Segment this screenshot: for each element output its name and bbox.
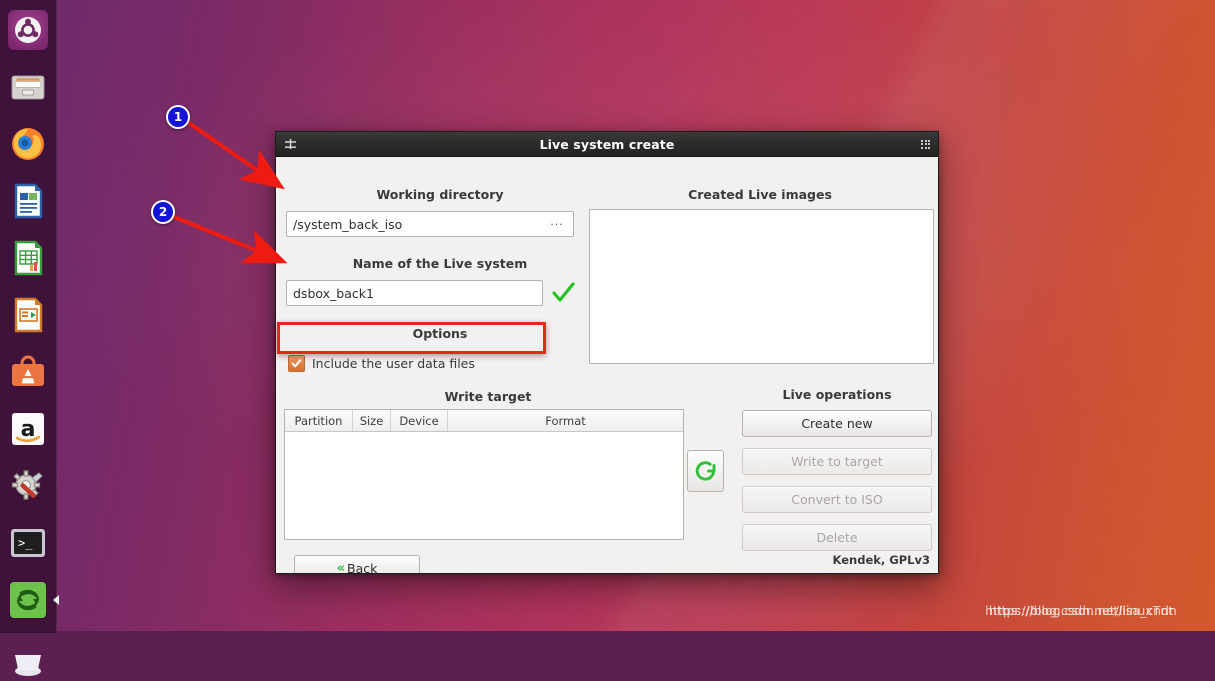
dock-item-terminal[interactable]: >_ — [4, 519, 52, 567]
window-title: Live system create — [539, 136, 675, 152]
delete-button: Delete — [742, 524, 932, 551]
dock-item-libreoffice-writer[interactable] — [4, 177, 52, 225]
column-header-format: Format — [545, 413, 586, 428]
live-system-name-input[interactable]: dsbox_back1 — [286, 280, 543, 306]
grip-dots-icon — [921, 139, 930, 149]
options-highlight-box — [277, 322, 546, 354]
check-icon — [552, 282, 575, 302]
working-directory-input[interactable]: /system_back_iso ... — [286, 211, 574, 237]
write-target-table-header: Partition Size Device Format — [285, 410, 683, 432]
checkmark-icon — [291, 359, 302, 368]
include-user-data-checkbox-row[interactable]: Include the user data files — [288, 355, 475, 372]
window-client-area: Working directory /system_back_iso ... N… — [276, 157, 938, 573]
ubuntu-software-icon — [12, 355, 44, 386]
live-operations-label: Live operations — [782, 387, 892, 402]
create-new-button-label: Create new — [801, 416, 873, 431]
column-header-device: Device — [391, 410, 448, 431]
ubuntu-dock: a >_ — [0, 0, 57, 676]
settings-gear-icon — [11, 470, 43, 500]
svg-text:a: a — [21, 417, 36, 442]
files-icon — [11, 75, 45, 100]
firefox-icon — [12, 128, 44, 160]
live-system-create-icon — [10, 582, 46, 618]
window-titlebar[interactable]: Live system create — [276, 132, 938, 157]
write-target-table[interactable]: Partition Size Device Format — [284, 409, 684, 540]
browse-ellipsis-icon[interactable]: ... — [547, 213, 567, 236]
convert-to-iso-button-label: Convert to ISO — [791, 492, 883, 507]
write-to-target-button-label: Write to target — [791, 454, 883, 469]
titlebar-grip[interactable] — [908, 139, 930, 149]
titlebar-menu-button[interactable] — [284, 138, 306, 151]
working-directory-label: Working directory — [376, 187, 504, 202]
credit-text: Kendek, GPLv3 — [832, 553, 930, 567]
libreoffice-writer-icon — [14, 183, 43, 219]
dock-item-ubuntu-software[interactable] — [4, 348, 52, 396]
include-user-data-label: Include the user data files — [312, 356, 475, 371]
refresh-button[interactable] — [687, 450, 724, 492]
amazon-icon: a — [12, 413, 44, 445]
convert-to-iso-button: Convert to ISO — [742, 486, 932, 513]
column-header-size: Size — [353, 410, 391, 431]
live-system-name-value: dsbox_back1 — [293, 285, 374, 301]
trash-icon — [15, 655, 41, 676]
working-directory-value: /system_back_iso — [293, 216, 403, 232]
terminal-icon: >_ — [11, 529, 45, 557]
refresh-icon — [695, 461, 715, 481]
libreoffice-calc-icon — [14, 240, 43, 276]
dock-item-libreoffice-calc[interactable] — [4, 234, 52, 282]
back-button-label: Back — [347, 560, 378, 574]
dock-item-amazon[interactable]: a — [4, 405, 52, 453]
write-target-table-body[interactable] — [285, 432, 683, 539]
column-header-partition: Partition — [285, 410, 353, 431]
delete-button-label: Delete — [816, 530, 858, 545]
menu-icon — [285, 138, 296, 149]
create-new-button[interactable]: Create new — [742, 410, 932, 437]
dock-item-live-system-create[interactable] — [4, 576, 52, 624]
dock-item-system-settings[interactable] — [4, 462, 52, 510]
include-user-data-checkbox[interactable] — [288, 355, 305, 372]
dock-item-trash[interactable] — [4, 633, 52, 681]
created-live-images-label: Created Live images — [688, 187, 832, 202]
dock-item-libreoffice-impress[interactable] — [4, 291, 52, 339]
dock-item-files[interactable] — [4, 63, 52, 111]
double-chevron-left-icon: « — [336, 560, 346, 574]
write-target-label: Write target — [444, 389, 532, 404]
ubuntu-logo-icon — [8, 10, 48, 50]
dock-item-ubuntu-logo[interactable] — [4, 6, 52, 54]
back-button[interactable]: « Back — [294, 555, 420, 573]
dock-item-firefox[interactable] — [4, 120, 52, 168]
libreoffice-impress-icon — [14, 297, 43, 333]
svg-text:>_: >_ — [18, 536, 33, 550]
created-live-images-list[interactable] — [589, 209, 934, 364]
live-system-name-label: Name of the Live system — [352, 256, 528, 271]
write-to-target-button: Write to target — [742, 448, 932, 475]
